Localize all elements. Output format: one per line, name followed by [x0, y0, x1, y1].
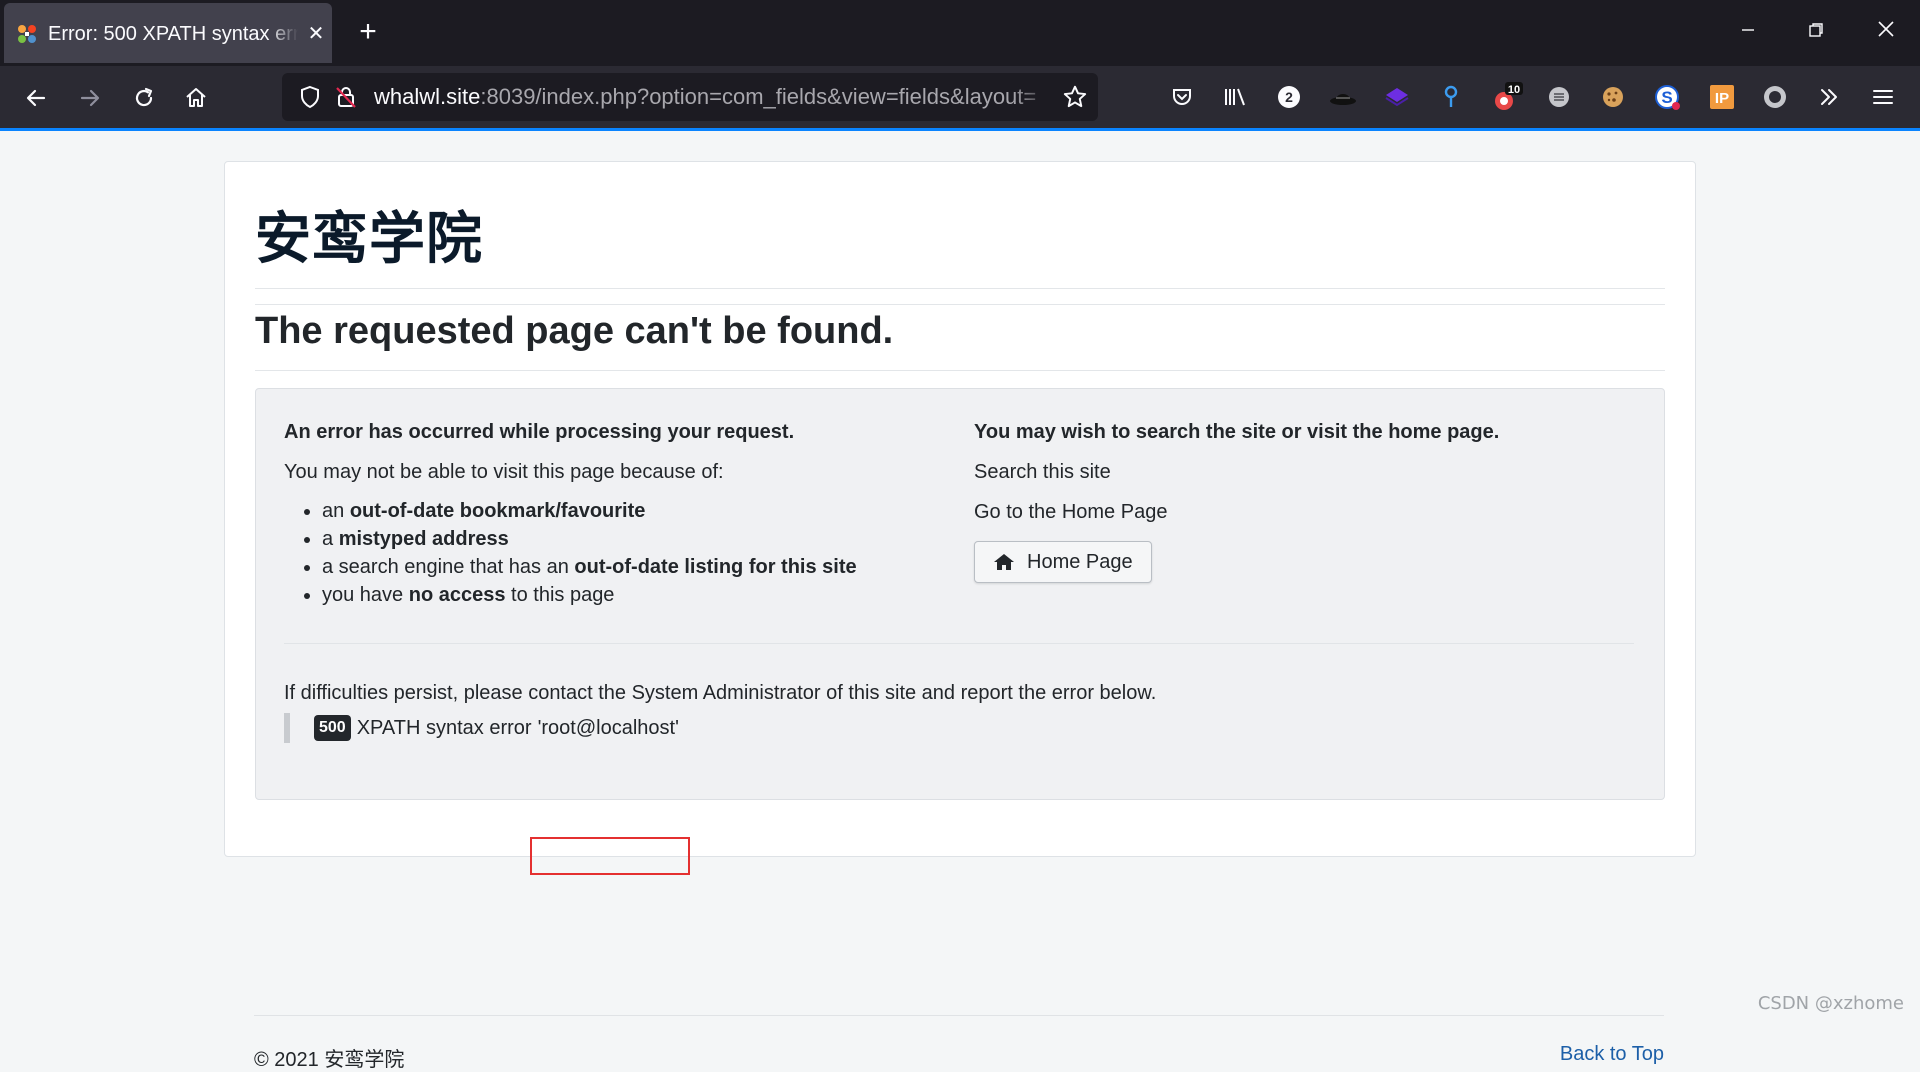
home-icon[interactable]	[178, 80, 214, 116]
notification-count: 10	[1508, 84, 1520, 96]
list-item: a search engine that has an out-of-date …	[322, 553, 924, 581]
layers-extension-icon[interactable]	[1380, 80, 1414, 114]
back-arrow-icon[interactable]	[18, 80, 54, 116]
search-site-link[interactable]: Search this site	[974, 457, 1614, 487]
page-content: 安鸾学院 The requested page can't be found. …	[0, 131, 1920, 1071]
divider	[255, 304, 1665, 305]
persist-message: If difficulties persist, please contact …	[284, 682, 1157, 704]
divider	[255, 370, 1665, 371]
url-text[interactable]: whalwl.site:8039/index.php?option=com_fi…	[374, 73, 1054, 121]
error-message: XPATH syntax error	[356, 716, 532, 739]
error-reasons-column: An error has occurred while processing y…	[284, 417, 924, 609]
watermark: CSDN @xzhome	[1757, 993, 1904, 1014]
cookie-extension-icon[interactable]	[1596, 80, 1630, 114]
error-details-panel: An error has occurred while processing y…	[255, 388, 1665, 800]
tab-close-icon[interactable]: ✕	[304, 22, 328, 46]
close-icon[interactable]	[1868, 14, 1904, 50]
navigation-toolbar: whalwl.site:8039/index.php?option=com_fi…	[0, 66, 1920, 128]
home-icon	[994, 554, 1014, 570]
error-detail: 'root@localhost'	[537, 716, 679, 739]
overflow-chevron-icon[interactable]	[1812, 80, 1846, 114]
tab-title: Error: 500 XPATH syntax error	[48, 23, 298, 45]
library-icon[interactable]	[1219, 80, 1253, 114]
url-host: whalwl.site	[374, 84, 481, 109]
list-item: a mistyped address	[322, 525, 924, 553]
url-path: :8039/index.php?option=com_fields&view=f…	[480, 84, 1037, 109]
hat-extension-icon[interactable]	[1326, 80, 1360, 114]
new-tab-button[interactable]: +	[352, 16, 384, 48]
list-item: you have no access to this page	[322, 581, 924, 609]
insecure-lock-icon[interactable]	[334, 85, 358, 109]
minimize-icon[interactable]	[1730, 14, 1766, 50]
navigation-column: You may wish to search the site or visit…	[974, 417, 1614, 583]
svg-text:S: S	[1661, 88, 1672, 107]
tracking-shield-icon[interactable]	[298, 85, 322, 109]
browser-tab-active[interactable]: Error: 500 XPATH syntax error ✕	[4, 3, 332, 63]
error-card: 安鸾学院 The requested page can't be found. …	[224, 161, 1696, 857]
footer-copyright: © 2021 安鸾学院	[254, 1049, 405, 1071]
restore-icon[interactable]	[1798, 14, 1834, 50]
ip-extension-icon[interactable]: IP	[1705, 80, 1739, 114]
divider	[255, 288, 1665, 289]
extension-badge-icon[interactable]: 2	[1272, 80, 1306, 114]
error-blockquote: 500 XPATH syntax error 'root@localhost'	[284, 713, 679, 743]
notification-extension-icon[interactable]: 10	[1490, 80, 1524, 114]
navigation-heading: You may wish to search the site or visit…	[974, 421, 1500, 443]
record-extension-icon[interactable]	[1758, 80, 1792, 114]
error-code-badge: 500	[314, 715, 351, 741]
annotation-highlight-box	[530, 837, 690, 875]
divider	[284, 643, 1634, 644]
home-page-button[interactable]: Home Page	[974, 541, 1152, 583]
reload-icon[interactable]	[126, 80, 162, 116]
s-extension-icon[interactable]: S	[1650, 80, 1684, 114]
back-to-top-link[interactable]: Back to Top	[1560, 1043, 1664, 1066]
list-item: an out-of-date bookmark/favourite	[322, 497, 924, 525]
pin-extension-icon[interactable]	[1434, 80, 1468, 114]
extension-badge-label: 2	[1285, 89, 1293, 105]
error-intro: You may not be able to visit this page b…	[284, 461, 724, 483]
home-page-text: Go to the Home Page	[974, 501, 1168, 523]
error-heading: An error has occurred while processing y…	[284, 421, 795, 443]
tab-bar: Error: 500 XPATH syntax error ✕ +	[0, 0, 1920, 66]
forward-arrow-icon[interactable]	[72, 80, 108, 116]
joomla-favicon-icon	[18, 25, 36, 43]
bookmark-star-icon[interactable]	[1062, 84, 1088, 110]
address-bar[interactable]: whalwl.site:8039/index.php?option=com_fi…	[282, 73, 1098, 121]
pocket-icon[interactable]	[1165, 80, 1199, 114]
site-title[interactable]: 安鸾学院	[255, 194, 483, 275]
footer-divider	[254, 1015, 1664, 1016]
ip-extension-label: IP	[1715, 90, 1729, 107]
menu-hamburger-icon[interactable]	[1866, 80, 1900, 114]
page-heading: The requested page can't be found.	[255, 310, 894, 352]
home-page-button-label: Home Page	[1027, 550, 1133, 573]
reasons-list: an out-of-date bookmark/favourite a mist…	[284, 497, 924, 609]
shield-extension-icon[interactable]	[1542, 80, 1576, 114]
